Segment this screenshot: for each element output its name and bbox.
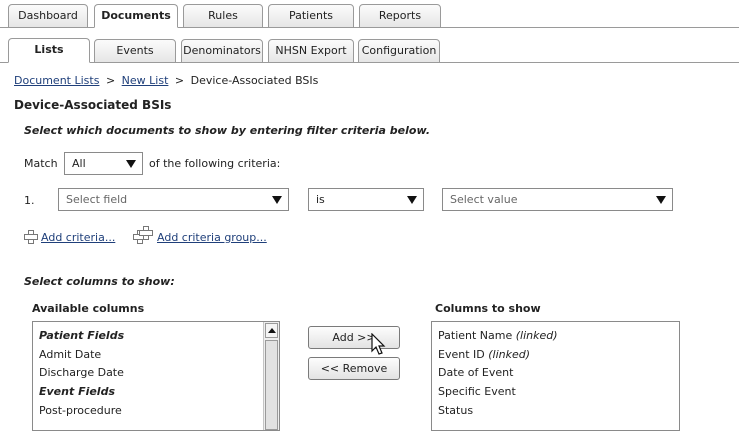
available-columns-scrollbar[interactable]	[263, 322, 279, 430]
breadcrumb-separator: >	[105, 74, 116, 87]
criteria-operator-value: is	[316, 193, 325, 206]
criteria-operator-select[interactable]: is	[308, 188, 424, 211]
filter-instruction: Select which documents to show by enteri…	[24, 124, 431, 137]
tab-dashboard[interactable]: Dashboard	[8, 4, 88, 28]
scroll-up-icon[interactable]	[265, 323, 278, 338]
page-title: Device-Associated BSIs	[14, 98, 172, 112]
criteria-value-placeholder: Select value	[450, 193, 518, 206]
subtab-events[interactable]: Events	[94, 39, 176, 63]
list-item-group: Event Fields	[39, 385, 116, 398]
available-columns-title: Available columns	[32, 302, 145, 315]
mouse-cursor-icon	[371, 333, 386, 355]
match-select[interactable]: All	[64, 152, 143, 175]
subtab-denominators[interactable]: Denominators	[181, 39, 263, 63]
breadcrumb-separator: >	[174, 74, 185, 87]
columns-to-show-title: Columns to show	[435, 302, 541, 315]
chevron-down-icon	[656, 196, 666, 204]
add-criteria-icon[interactable]	[24, 230, 38, 244]
list-item-note: (linked)	[488, 348, 531, 361]
chevron-down-icon	[126, 160, 136, 168]
add-criteria-link[interactable]: Add criteria...	[41, 231, 115, 244]
breadcrumb-document-lists[interactable]: Document Lists	[14, 74, 99, 87]
list-item[interactable]: Discharge Date	[39, 366, 124, 379]
columns-heading: Select columns to show:	[24, 275, 175, 288]
list-item[interactable]: Date of Event	[438, 366, 513, 379]
main-tab-bar: Dashboard Documents Rules Patients Repor…	[0, 0, 739, 29]
breadcrumb-new-list[interactable]: New List	[122, 74, 169, 87]
match-select-value: All	[72, 157, 86, 170]
list-item[interactable]: Event ID (linked)	[438, 348, 530, 361]
list-item-group: Patient Fields	[39, 329, 125, 342]
list-item[interactable]: Admit Date	[39, 348, 101, 361]
list-item-note: (linked)	[515, 329, 558, 342]
chevron-down-icon	[407, 196, 417, 204]
list-item[interactable]: Patient Name (linked)	[438, 329, 558, 342]
breadcrumb: Document Lists > New List > Device-Assoc…	[14, 74, 318, 87]
match-suffix: of the following criteria:	[149, 157, 281, 170]
criteria-value-select[interactable]: Select value	[442, 188, 673, 211]
subtab-nhsn-export[interactable]: NHSN Export	[268, 39, 354, 63]
list-item-text: Event ID	[438, 348, 485, 361]
sub-tab-bar: Lists Events Denominators NHSN Export Co…	[0, 36, 739, 64]
criteria-number: 1.	[24, 194, 35, 207]
chevron-down-icon	[272, 196, 282, 204]
list-item[interactable]: Post-procedure	[39, 404, 122, 417]
tab-reports[interactable]: Reports	[359, 4, 441, 28]
add-criteria-group-icon-overlay	[139, 226, 153, 240]
columns-to-show-list[interactable]: Patient Name (linked) Event ID (linked) …	[431, 321, 680, 431]
available-columns-list[interactable]: Patient Fields Admit Date Discharge Date…	[32, 321, 280, 431]
list-item[interactable]: Status	[438, 404, 473, 417]
tab-rules[interactable]: Rules	[183, 4, 263, 28]
remove-column-button[interactable]: << Remove	[308, 357, 400, 380]
criteria-field-select[interactable]: Select field	[58, 188, 289, 211]
subtab-configuration[interactable]: Configuration	[358, 39, 440, 63]
list-item[interactable]: Specific Event	[438, 385, 516, 398]
add-criteria-group-link[interactable]: Add criteria group...	[157, 231, 267, 244]
list-item-text: Patient Name	[438, 329, 513, 342]
match-label: Match	[24, 157, 58, 170]
tab-documents[interactable]: Documents	[94, 4, 178, 28]
tab-patients[interactable]: Patients	[268, 4, 354, 28]
subtab-lists[interactable]: Lists	[8, 38, 90, 63]
breadcrumb-current: Device-Associated BSIs	[190, 74, 319, 87]
scroll-thumb[interactable]	[265, 340, 278, 430]
criteria-field-placeholder: Select field	[66, 193, 128, 206]
